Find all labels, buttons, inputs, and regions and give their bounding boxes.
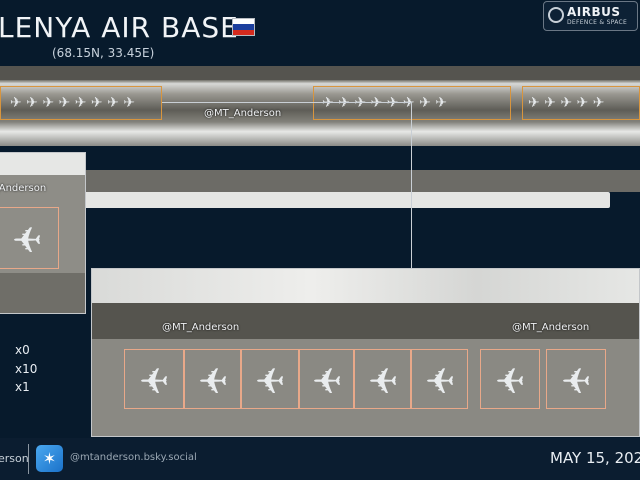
aircraft-icon: ✈ ✈ ✈ ✈ ✈ ✈ ✈ ✈ — [322, 95, 447, 111]
aircraft-box: ✈ — [354, 349, 411, 409]
aircraft-box: ✈ — [299, 349, 354, 409]
legend-item: x0 — [15, 343, 30, 357]
overview-satellite-strip: ✈ ✈ ✈ ✈ ✈ ✈ ✈ ✈ ✈ ✈ ✈ ✈ ✈ ✈ ✈ ✈ ✈ ✈ ✈ ✈ … — [0, 66, 640, 208]
watermark: @MT_Anderson — [204, 108, 282, 119]
aircraft-box: ✈ — [546, 349, 606, 409]
page-title: LENYA AIR BASE — [0, 11, 239, 44]
coordinates-label: (68.15N, 33.45E) — [52, 46, 155, 60]
watermark: @MT_Anderson — [162, 322, 240, 333]
footer-author: erson — [0, 452, 29, 465]
aircraft-box: ✈ — [411, 349, 468, 409]
aircraft-box: ✈ — [241, 349, 299, 409]
aircraft-box: ✈ — [184, 349, 241, 409]
zoomed-satellite-image: @MT_Anderson @MT_Anderson ✈ ✈ ✈ ✈ ✈ ✈ ✈ … — [91, 268, 640, 437]
connector-line — [411, 102, 412, 268]
watermark: @MT_Anderson — [0, 183, 47, 194]
airbus-swirl-icon — [548, 7, 564, 23]
aircraft-icon: ✈ ✈ ✈ ✈ ✈ — [528, 95, 605, 111]
legend-item: x1 — [15, 380, 30, 394]
aircraft-box: ✈ — [0, 207, 59, 269]
airbus-logo: AIRBUS DEFENCE & SPACE — [543, 1, 638, 31]
russia-flag-icon — [232, 18, 255, 36]
logo-tagline: DEFENCE & SPACE — [567, 19, 628, 26]
footer-divider — [28, 444, 29, 474]
butterfly-icon[interactable]: ✶ — [36, 445, 63, 472]
social-handle-link[interactable]: @mtanderson.bsky.social — [70, 452, 197, 463]
aircraft-icon: ✈ ✈ ✈ ✈ ✈ ✈ ✈ ✈ — [10, 95, 135, 111]
legend-item: x10 — [15, 362, 38, 376]
logo-name: AIRBUS — [567, 5, 621, 19]
aircraft-box: ✈ — [124, 349, 184, 409]
date-label: MAY 15, 2024 — [550, 449, 640, 467]
connector-line — [162, 102, 412, 103]
watermark: @MT_Anderson — [512, 322, 590, 333]
aircraft-box: ✈ — [480, 349, 540, 409]
left-inset-image: @MT_Anderson ✈ — [0, 152, 86, 314]
